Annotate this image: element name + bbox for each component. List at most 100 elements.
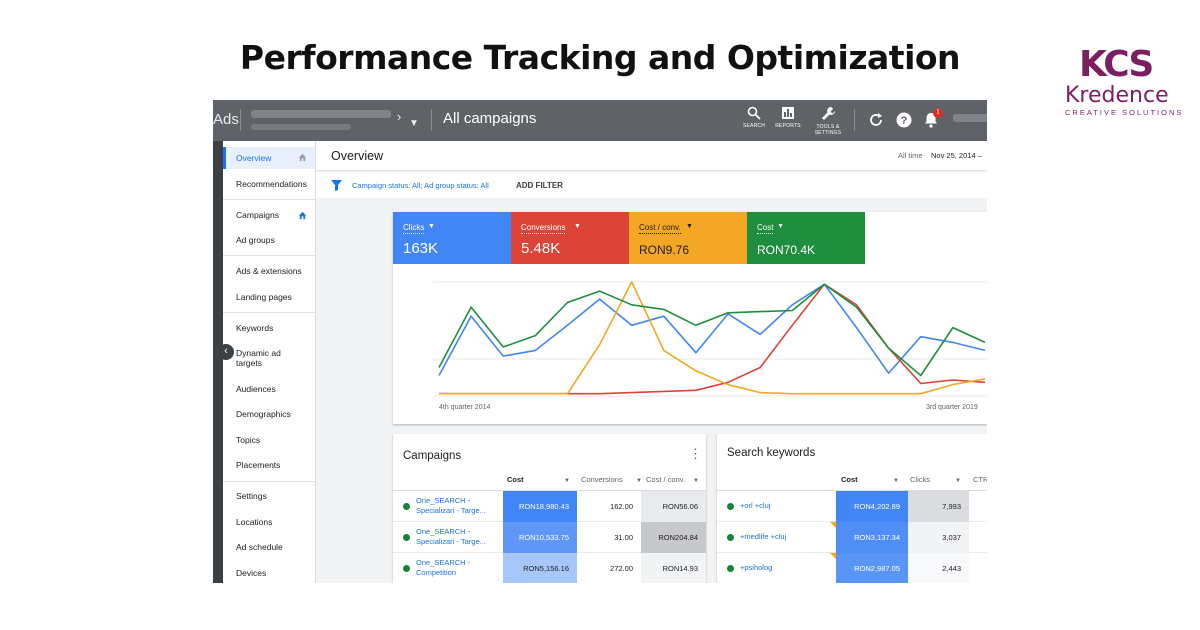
search-icon bbox=[747, 106, 761, 120]
metric-card-conversions[interactable]: Conversions ▼ 5.48K bbox=[511, 212, 629, 264]
wrench-icon bbox=[821, 107, 835, 120]
logo-tagline: CREATIVE SOLUTIONS bbox=[1065, 108, 1184, 117]
table-row[interactable]: One_SEARCH - Specializari - Targe... RON… bbox=[393, 522, 706, 553]
sidebar-item-locations[interactable]: Locations bbox=[223, 517, 315, 527]
column-header-clicks[interactable]: Clicks bbox=[910, 474, 930, 490]
sidebar-item-label: Locations bbox=[236, 517, 273, 527]
column-header-conversions[interactable]: Conversions bbox=[581, 474, 623, 490]
campaign-name-link[interactable]: One_SEARCH - Specializari - Targe... bbox=[416, 496, 501, 516]
sidebar-item-label: Keywords bbox=[236, 323, 274, 333]
overview-chart-card: Clicks ▼ 163K Conversions ▼ 5.48K Cost / c… bbox=[393, 212, 987, 424]
cost-cell: RON4,202.89 bbox=[836, 491, 908, 522]
filter-bar: Campaign status: All; Ad group status: A… bbox=[316, 172, 987, 198]
sidebar-item-label: Dynamic ad targets bbox=[236, 348, 281, 368]
reports-tool-button[interactable]: REPORTS bbox=[766, 106, 810, 129]
sort-arrow-icon: ▼ bbox=[693, 478, 699, 484]
conversions-cell: 31.00 bbox=[614, 533, 633, 542]
top-bar: Ads › ▼ All campaigns SEARCH REPORTS TOO… bbox=[213, 100, 987, 141]
account-selector[interactable] bbox=[251, 110, 391, 118]
column-header-cost-per-conv[interactable]: Cost / conv. bbox=[646, 474, 685, 490]
refresh-icon[interactable] bbox=[867, 111, 885, 129]
sidebar-item-campaigns[interactable]: Campaigns bbox=[223, 210, 315, 220]
sidebar-item-label: Campaigns bbox=[236, 210, 279, 220]
series-line-cost-conv-[interactable] bbox=[439, 281, 986, 395]
table-row[interactable]: One_SEARCH - Competition RON5,156.16 272… bbox=[393, 553, 706, 583]
sidebar-item-label: Ad schedule bbox=[236, 542, 283, 552]
sidebar-item-recommendations[interactable]: Recommendations bbox=[223, 179, 315, 189]
divider bbox=[854, 109, 855, 131]
sidebar-item-devices[interactable]: Devices bbox=[223, 568, 315, 578]
google-ads-screenshot: Ads › ▼ All campaigns SEARCH REPORTS TOO… bbox=[213, 100, 987, 583]
metric-label: Cost / conv. bbox=[639, 223, 681, 234]
home-icon bbox=[298, 153, 307, 162]
left-rail bbox=[213, 141, 223, 583]
divider bbox=[223, 199, 315, 200]
metric-card-clicks[interactable]: Clicks ▼ 163K bbox=[393, 212, 511, 264]
sidebar-item-keywords[interactable]: Keywords bbox=[223, 323, 315, 333]
help-icon[interactable]: ? bbox=[895, 111, 913, 129]
clicks-cell: 2,443 bbox=[908, 553, 969, 583]
sidebar-item-label: Topics bbox=[236, 435, 261, 445]
column-header-ctr[interactable]: CTR bbox=[973, 474, 987, 490]
metric-card-cost-per-conv[interactable]: Cost / conv. ▼ RON9.76 bbox=[629, 212, 747, 264]
campaign-name-link[interactable]: One_SEARCH - Competition bbox=[416, 558, 501, 578]
sidebar-item-ads-extensions[interactable]: Ads & extensions bbox=[223, 266, 315, 276]
sort-arrow-icon: ▼ bbox=[893, 478, 899, 484]
cost-cell: RON2,987.05 bbox=[836, 553, 908, 583]
sidebar-item-label: Devices bbox=[236, 568, 267, 578]
tools-settings-button[interactable]: TOOLS & SETTINGS bbox=[806, 106, 850, 136]
column-header-cost[interactable]: Cost bbox=[841, 474, 858, 490]
table-row[interactable]: +medlife +cluj RON3,137.34 3,037 bbox=[717, 522, 987, 553]
series-line-cost[interactable] bbox=[438, 283, 986, 377]
filter-icon[interactable] bbox=[331, 180, 342, 191]
cost-cell: RON10,533.75 bbox=[503, 522, 577, 553]
filter-summary[interactable]: Campaign status: All; Ad group status: A… bbox=[352, 181, 489, 190]
series-line-clicks[interactable] bbox=[438, 283, 986, 376]
sidebar-item-dynamic-ad-targets[interactable]: Dynamic ad targets bbox=[223, 348, 283, 368]
sort-arrow-icon: ▼ bbox=[564, 478, 570, 484]
cost-per-conv-cell: RON204.84 bbox=[641, 522, 706, 553]
sidebar-item-topics[interactable]: Topics bbox=[223, 435, 315, 445]
date-range-picker[interactable]: Nov 25, 2014 – bbox=[931, 151, 982, 160]
cost-per-conv-cell: RON56.06 bbox=[641, 491, 706, 522]
date-range-label[interactable]: All time bbox=[898, 151, 923, 160]
keyword-link[interactable]: +psiholog bbox=[740, 563, 772, 573]
table-row[interactable]: One_SEARCH - Specializari - Targe... RON… bbox=[393, 491, 706, 522]
card-title: Campaigns bbox=[403, 450, 462, 462]
metric-card-cost[interactable]: Cost ▼ RON70.4K bbox=[747, 212, 865, 264]
more-options-icon[interactable]: ⋮ bbox=[689, 446, 702, 462]
kcs-logo: KCS Kredence CREATIVE SOLUTIONS bbox=[1065, 45, 1190, 118]
sidebar-item-demographics[interactable]: Demographics bbox=[223, 409, 315, 419]
column-header-cost[interactable]: Cost bbox=[507, 474, 524, 490]
dropdown-arrow-icon[interactable]: ▼ bbox=[409, 118, 419, 129]
user-account[interactable] bbox=[953, 114, 987, 122]
keyword-link[interactable]: +orl +cluj bbox=[740, 501, 770, 511]
divider bbox=[223, 255, 315, 256]
table-row[interactable]: +orl +cluj RON4,202.89 7,993 bbox=[717, 491, 987, 522]
home-icon bbox=[298, 211, 307, 220]
sidebar-item-landing-pages[interactable]: Landing pages bbox=[223, 292, 315, 302]
sidebar-item-ad-groups[interactable]: Ad groups bbox=[223, 235, 315, 245]
sidebar-item-settings[interactable]: Settings bbox=[223, 491, 315, 501]
table-row[interactable]: +psiholog RON2,987.05 2,443 bbox=[717, 553, 987, 583]
keyword-link[interactable]: +medlife +cluj bbox=[740, 532, 786, 542]
metric-label: Conversions bbox=[521, 223, 566, 234]
campaign-scope-title[interactable]: All campaigns bbox=[443, 110, 536, 127]
sidebar-item-audiences[interactable]: Audiences bbox=[223, 384, 315, 394]
notification-badge: ! bbox=[933, 108, 943, 118]
status-dot bbox=[727, 565, 734, 572]
add-filter-button[interactable]: ADD FILTER bbox=[516, 181, 563, 190]
sidebar-item-overview[interactable]: Overview bbox=[223, 147, 315, 169]
clicks-cell: 7,993 bbox=[908, 491, 969, 522]
search-keywords-card: Search keywords Cost ▼ Clicks ▼ CTR +orl… bbox=[717, 434, 987, 583]
sort-arrow-icon: ▼ bbox=[955, 478, 961, 484]
sidebar-item-label: Ad groups bbox=[236, 235, 275, 245]
clicks-cell: 3,037 bbox=[908, 522, 969, 553]
sidebar-item-label: Overview bbox=[236, 153, 272, 163]
status-dot bbox=[403, 534, 410, 541]
sidebar-item-ad-schedule[interactable]: Ad schedule bbox=[223, 542, 315, 552]
sidebar-item-placements[interactable]: Placements bbox=[223, 460, 315, 470]
chevron-right-icon: › bbox=[397, 109, 402, 124]
divider bbox=[223, 481, 315, 482]
campaign-name-link[interactable]: One_SEARCH - Specializari - Targe... bbox=[416, 527, 501, 547]
